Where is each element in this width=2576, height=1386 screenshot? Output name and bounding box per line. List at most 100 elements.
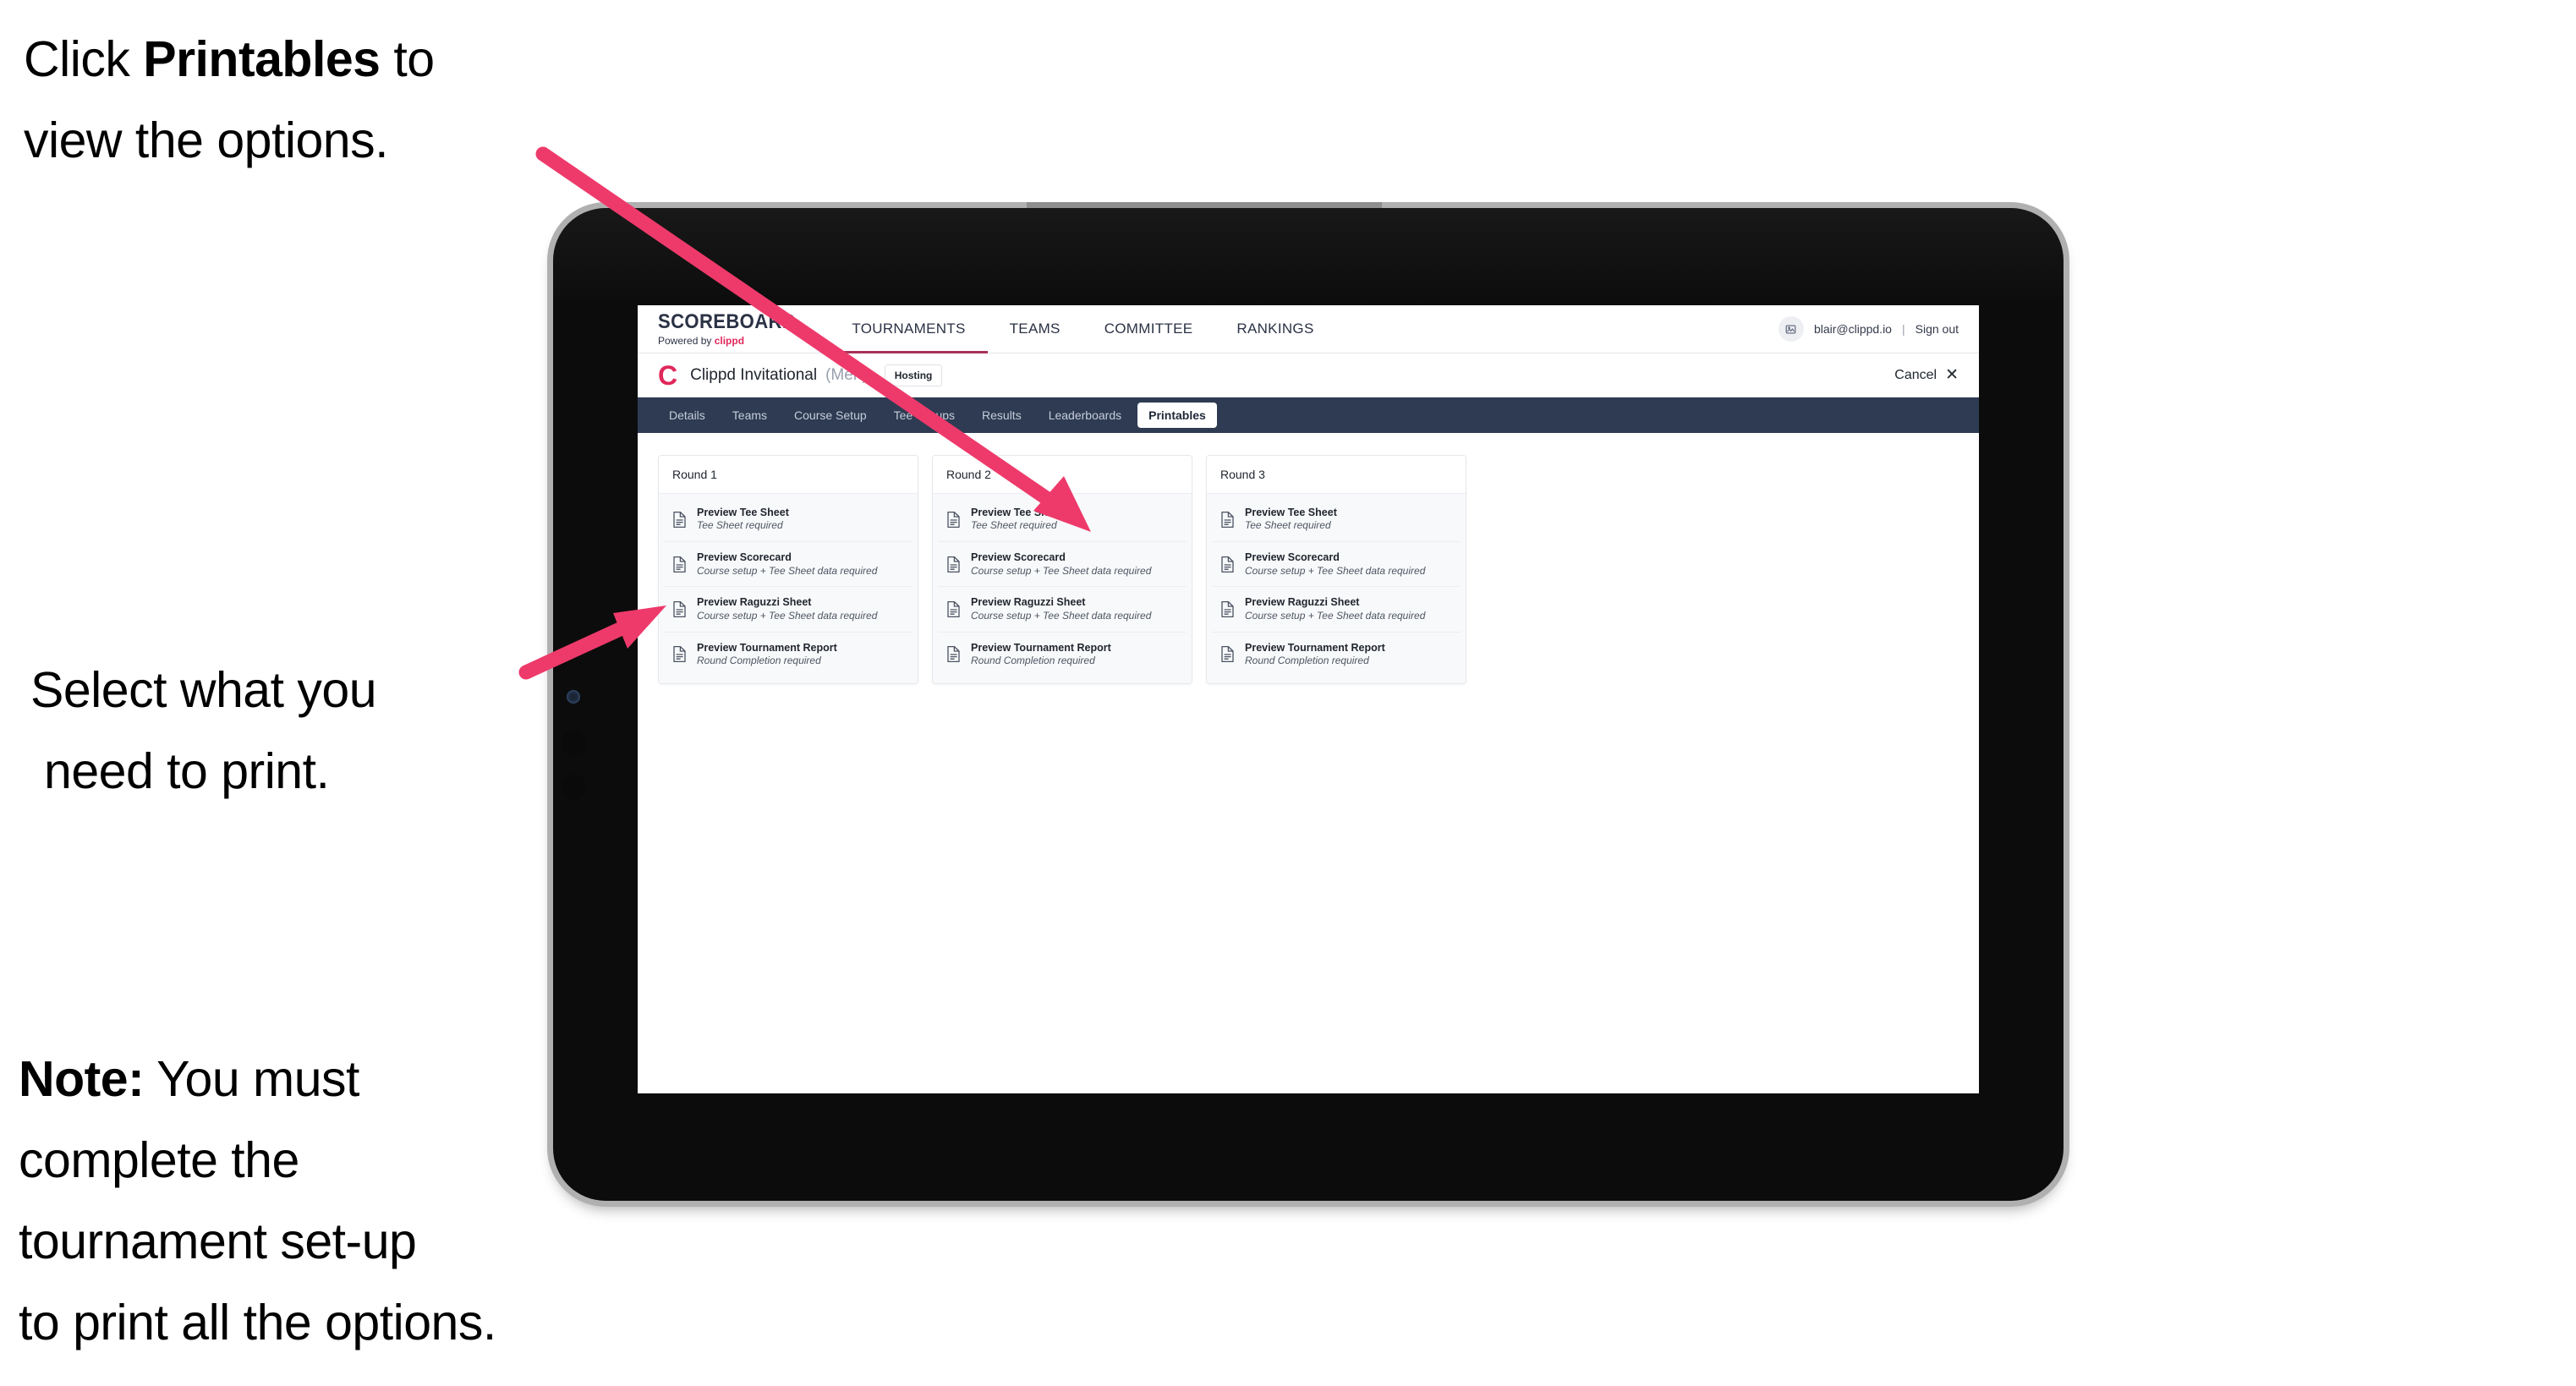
tablet-top-antenna-band <box>1027 202 1382 208</box>
user-email: blair@clippd.io <box>1813 322 1892 336</box>
printable-title: Preview Raguzzi Sheet <box>1245 596 1360 609</box>
global-nav-tabs: TOURNAMENTS TEAMS COMMITTEE RANKINGS <box>830 305 1335 353</box>
printable-title: Preview Tee Sheet <box>697 507 789 518</box>
document-icon <box>1220 511 1235 529</box>
nav-tab-teams[interactable]: TEAMS <box>988 305 1082 353</box>
document-icon <box>1220 600 1235 618</box>
global-navbar: SCOREBOARD Powered by clippd TOURNAMENTS… <box>638 305 1979 353</box>
document-icon <box>946 600 961 618</box>
front-camera-icon <box>567 690 580 704</box>
round-column: Round 1 Preview Tee Sheet Tee Sheet requ… <box>658 455 918 684</box>
tablet-device: SCOREBOARD Powered by clippd TOURNAMENTS… <box>553 202 2064 1201</box>
document-icon <box>672 556 687 573</box>
sign-out-link[interactable]: Sign out <box>1916 322 1959 336</box>
tab-printables[interactable]: Printables <box>1137 403 1217 428</box>
round-title: Round 2 <box>933 456 1192 494</box>
callout-1-line-1: Click Printables to <box>24 19 599 100</box>
printable-subtitle: Course setup + Tee Sheet data required <box>697 564 878 577</box>
document-icon <box>946 645 961 663</box>
printable-title: Preview Tournament Report <box>971 641 1111 654</box>
printable-subtitle: Course setup + Tee Sheet data required <box>971 564 1152 577</box>
printable-title: Preview Tee Sheet <box>1245 507 1337 518</box>
round-items: Preview Tee Sheet Tee Sheet required Pre… <box>933 494 1192 683</box>
clippd-logo-icon: C <box>658 359 677 391</box>
printable-item-tee-sheet[interactable]: Preview Tee Sheet Tee Sheet required <box>1212 497 1461 543</box>
tab-results[interactable]: Results <box>971 403 1033 428</box>
tab-leaderboards[interactable]: Leaderboards <box>1038 403 1132 428</box>
volume-down-button[interactable] <box>562 775 587 800</box>
tournament-header: C Clippd Invitational (Men) Hosting Canc… <box>638 353 1979 397</box>
brand-sub-clippd: clippd <box>714 335 745 347</box>
printable-subtitle: Round Completion required <box>971 654 1095 666</box>
brand-logo[interactable]: SCOREBOARD Powered by clippd <box>638 305 830 353</box>
printable-subtitle: Course setup + Tee Sheet data required <box>697 609 878 622</box>
callout-1-line-2: view the options. <box>24 112 388 168</box>
printable-item-raguzzi-sheet[interactable]: Preview Raguzzi Sheet Course setup + Tee… <box>938 587 1187 633</box>
brand-subtitle: Powered by clippd <box>658 336 808 346</box>
tab-tee-groups[interactable]: Tee Groups <box>883 403 966 428</box>
callout-1-pre: Click <box>24 31 144 87</box>
callout-click-printables: Click Printables to view the options. <box>24 19 599 181</box>
callout-2-line-1: Select what you <box>30 662 377 718</box>
page-root: Click Printables to view the options. Se… <box>0 0 2576 1386</box>
status-badge: Hosting <box>884 364 943 386</box>
document-icon <box>672 600 687 618</box>
printable-title: Preview Scorecard <box>971 551 1066 564</box>
printable-title: Preview Tournament Report <box>697 641 837 654</box>
document-icon <box>672 645 687 663</box>
close-icon: ✕ <box>1945 366 1959 384</box>
round-column: Round 2 Preview Tee Sheet Tee Sheet requ… <box>932 455 1192 684</box>
callout-3-bold: Note: <box>19 1051 145 1107</box>
printable-title: Preview Tee Sheet <box>971 507 1063 518</box>
cancel-button[interactable]: Cancel ✕ <box>1894 367 1959 383</box>
tab-teams[interactable]: Teams <box>721 403 778 428</box>
printable-item-tee-sheet[interactable]: Preview Tee Sheet Tee Sheet required <box>664 497 913 543</box>
callout-3-line-4: to print all the options. <box>19 1295 496 1350</box>
printable-subtitle: Course setup + Tee Sheet data required <box>1245 564 1426 577</box>
brand-sub-pre: Powered by <box>658 335 715 347</box>
printable-subtitle: Round Completion required <box>697 654 821 666</box>
printable-title: Preview Tournament Report <box>1245 641 1385 654</box>
cancel-label: Cancel <box>1894 367 1937 382</box>
tab-details[interactable]: Details <box>658 403 716 428</box>
printable-item-raguzzi-sheet[interactable]: Preview Raguzzi Sheet Course setup + Tee… <box>1212 587 1461 633</box>
printables-content: Round 1 Preview Tee Sheet Tee Sheet requ… <box>638 433 1979 706</box>
tab-course-setup[interactable]: Course Setup <box>783 403 878 428</box>
nav-tab-tournaments[interactable]: TOURNAMENTS <box>830 305 988 353</box>
callout-1-bold: Printables <box>143 31 381 87</box>
printable-item-scorecard[interactable]: Preview Scorecard Course setup + Tee She… <box>1212 542 1461 588</box>
tournament-gender: (Men) <box>825 365 868 384</box>
printable-subtitle: Course setup + Tee Sheet data required <box>1245 609 1426 622</box>
rounds-grid: Round 1 Preview Tee Sheet Tee Sheet requ… <box>658 455 1959 684</box>
callout-1-post: to <box>380 31 435 87</box>
printable-item-scorecard[interactable]: Preview Scorecard Course setup + Tee She… <box>664 542 913 588</box>
printable-title: Preview Raguzzi Sheet <box>697 596 812 609</box>
document-icon <box>946 511 961 529</box>
round-column: Round 3 Preview Tee Sheet Tee Sheet requ… <box>1206 455 1466 684</box>
printable-title: Preview Scorecard <box>1245 551 1340 564</box>
round-items: Preview Tee Sheet Tee Sheet required Pre… <box>659 494 918 683</box>
printable-subtitle: Tee Sheet required <box>1245 519 1331 532</box>
printable-item-tee-sheet[interactable]: Preview Tee Sheet Tee Sheet required <box>938 497 1187 543</box>
printable-subtitle: Course setup + Tee Sheet data required <box>971 609 1152 622</box>
callout-select-print: Select what you need to print. <box>30 649 572 812</box>
printable-item-tournament-report[interactable]: Preview Tournament Report Round Completi… <box>664 632 913 677</box>
printable-item-scorecard[interactable]: Preview Scorecard Course setup + Tee She… <box>938 542 1187 588</box>
printable-subtitle: Round Completion required <box>1245 654 1369 666</box>
round-title: Round 3 <box>1207 456 1466 494</box>
user-menu: blair@clippd.io | Sign out <box>1778 305 1979 353</box>
nav-tab-committee[interactable]: COMMITTEE <box>1082 305 1215 353</box>
tournament-name: Clippd Invitational <box>690 365 818 384</box>
printable-item-tournament-report[interactable]: Preview Tournament Report Round Completi… <box>1212 632 1461 677</box>
brand-title: SCOREBOARD <box>658 310 797 333</box>
callout-3-line-3: tournament set-up <box>19 1213 417 1269</box>
nav-tab-rankings[interactable]: RANKINGS <box>1214 305 1335 353</box>
document-icon <box>1220 645 1235 663</box>
volume-up-button[interactable] <box>562 731 587 756</box>
round-items: Preview Tee Sheet Tee Sheet required Pre… <box>1207 494 1466 683</box>
user-avatar-icon[interactable] <box>1778 316 1804 342</box>
document-icon <box>672 511 687 529</box>
document-icon <box>1220 556 1235 573</box>
printable-item-tournament-report[interactable]: Preview Tournament Report Round Completi… <box>938 632 1187 677</box>
printable-item-raguzzi-sheet[interactable]: Preview Raguzzi Sheet Course setup + Tee… <box>664 587 913 633</box>
